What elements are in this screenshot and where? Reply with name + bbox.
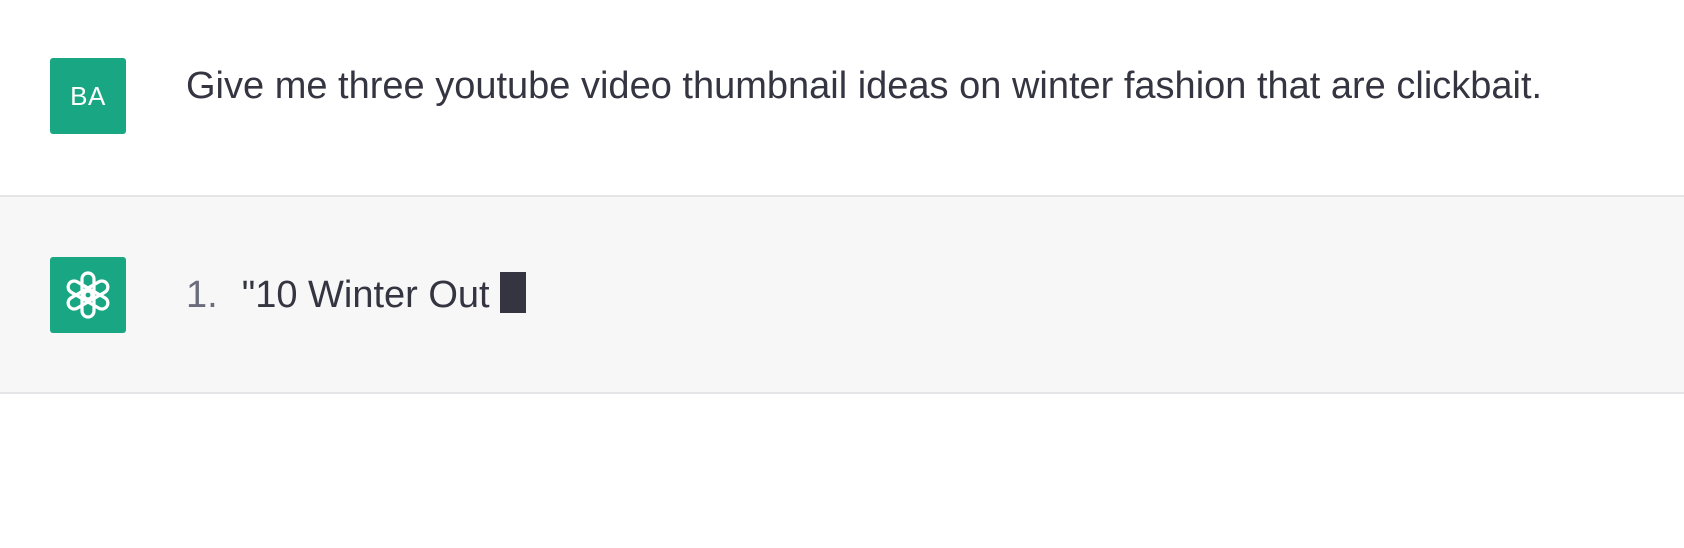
chat-thread: BA Give me three youtube video thumbnail…: [0, 0, 1684, 548]
assistant-message-text: 1. "10 Winter Out: [186, 272, 526, 317]
user-avatar: BA: [50, 58, 126, 134]
assistant-avatar: [50, 257, 126, 333]
assistant-message-row: 1. "10 Winter Out: [0, 195, 1684, 394]
list-item-number: 1.: [186, 274, 218, 316]
user-message-text: Give me three youtube video thumbnail id…: [186, 65, 1543, 107]
assistant-response-text: "10 Winter Out: [241, 274, 490, 316]
user-message-row: BA Give me three youtube video thumbnail…: [0, 0, 1684, 195]
user-avatar-initials: BA: [70, 80, 106, 111]
openai-logo-icon: [60, 267, 116, 323]
typing-cursor: [499, 272, 526, 313]
